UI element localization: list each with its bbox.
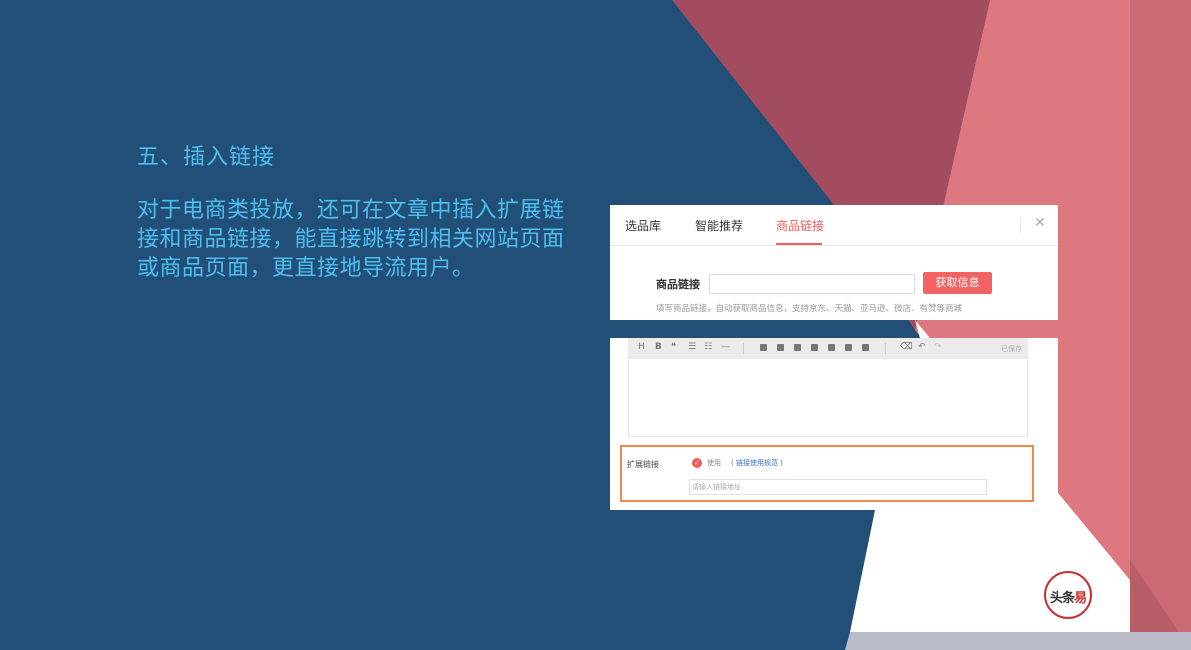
- extended-link-label: 扩展链接: [627, 460, 659, 469]
- product-icon[interactable]: [845, 344, 852, 351]
- heading-icon[interactable]: H: [638, 342, 645, 352]
- font-icon[interactable]: [862, 344, 869, 351]
- divider-icon[interactable]: —: [721, 342, 730, 352]
- redo-icon[interactable]: ↷: [934, 342, 942, 352]
- product-link-panel: 选品库 智能推荐 商品链接 ✕ 商品链接 获取信息 填写商品链接，自动获取商品信…: [610, 205, 1058, 320]
- tab-selection-library[interactable]: 选品库: [625, 217, 661, 234]
- slide-heading: 五、插入链接: [137, 145, 276, 170]
- toolbar-separator: [885, 343, 886, 354]
- audio-icon[interactable]: [811, 344, 818, 351]
- link-url-input[interactable]: [689, 479, 987, 495]
- bold-icon[interactable]: B: [655, 342, 662, 352]
- tab-bar: 选品库 智能推荐 商品链接 ✕: [610, 205, 1058, 246]
- video-icon[interactable]: [828, 344, 835, 351]
- numbered-list-icon[interactable]: ☷: [704, 342, 712, 352]
- editor-area[interactable]: [628, 359, 1028, 437]
- tab-divider: [1020, 217, 1021, 233]
- fetch-info-button[interactable]: 获取信息: [923, 272, 992, 294]
- product-link-hint: 填写商品链接，自动获取商品信息，支持京东、天猫、亚马逊、微店、有赞等商城: [656, 304, 963, 314]
- use-label: 使用: [707, 459, 721, 467]
- saved-status: 已保存: [1001, 345, 1022, 353]
- file-icon[interactable]: [760, 344, 767, 351]
- bullet-list-icon[interactable]: ☰: [688, 342, 696, 352]
- editor-toolbar: H B ❝ ☰ ☷ — ⌫ ↶ ↷ 已保存: [628, 338, 1028, 359]
- undo-icon[interactable]: ↶: [918, 342, 926, 352]
- eraser-icon[interactable]: ⌫: [900, 342, 913, 352]
- slide-body-text: 对于电商类投放，还可在文章中插入扩展链接和商品链接，能直接跳转到相关网站页面或商…: [137, 198, 565, 281]
- logo-text: 头条易: [1049, 591, 1087, 606]
- tab-smart-recommend[interactable]: 智能推荐: [695, 217, 743, 234]
- tab-product-link[interactable]: 商品链接: [776, 217, 824, 234]
- editor-panel: H B ❝ ☰ ☷ — ⌫ ↶ ↷ 已保存 扩展链接 ✓ 使用 ( 链接使用规范…: [610, 338, 1058, 510]
- product-link-label: 商品链接: [656, 278, 700, 291]
- close-icon[interactable]: ✕: [1034, 215, 1046, 231]
- background-shapes: [0, 0, 1191, 650]
- toolbar-separator: [743, 343, 744, 354]
- product-link-input[interactable]: [709, 274, 915, 294]
- toutiaoyi-logo: 头条易: [1044, 571, 1092, 619]
- gallery-icon[interactable]: [794, 344, 801, 351]
- link-rules-link[interactable]: ( 链接使用规范 ): [731, 458, 783, 468]
- image-icon[interactable]: [777, 344, 784, 351]
- active-tab-indicator: [776, 243, 822, 245]
- quote-icon[interactable]: ❝: [671, 342, 676, 352]
- check-icon[interactable]: ✓: [692, 458, 702, 468]
